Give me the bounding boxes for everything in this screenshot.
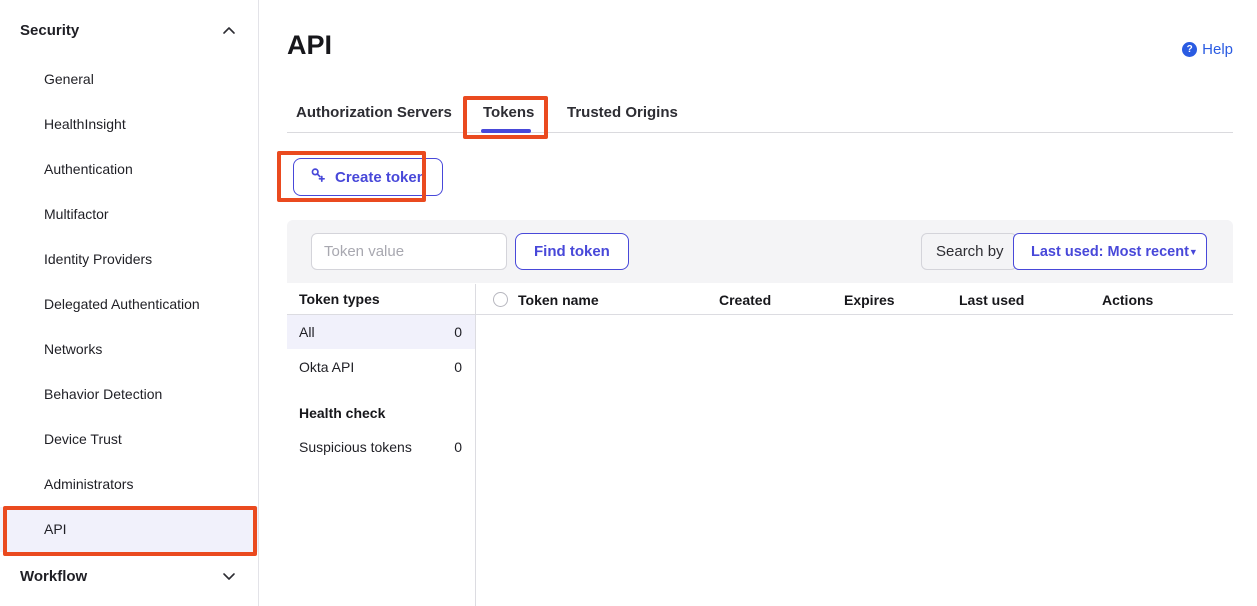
okta-admin-api-page: Security General HealthInsight Authentic… [0, 0, 1257, 606]
token-type-row-suspicious-tokens[interactable]: Suspicious tokens 0 [287, 432, 475, 462]
sidebar-item-api[interactable]: API [0, 507, 258, 552]
token-type-label: All [299, 324, 315, 340]
sidebar-item-behavior-detection[interactable]: Behavior Detection [0, 372, 258, 417]
tab-authorization-servers[interactable]: Authorization Servers [296, 104, 452, 121]
token-type-count: 0 [454, 359, 462, 375]
tabs-divider [287, 132, 1233, 133]
sidebar-item-delegated-authentication[interactable]: Delegated Authentication [0, 282, 258, 327]
column-header-actions: Actions [1102, 292, 1153, 308]
create-token-button[interactable]: Create token [293, 158, 443, 196]
panel-table-divider [475, 284, 476, 606]
table-header-divider [287, 314, 1233, 315]
sidebar-section-workflow-label: Workflow [20, 568, 87, 585]
sidebar-item-general[interactable]: General [0, 57, 258, 102]
dropdown-caret-icon: ▼ [1189, 246, 1198, 257]
chevron-down-icon [222, 571, 236, 582]
key-plus-icon [310, 167, 327, 188]
sidebar-item-authentication[interactable]: Authentication [0, 147, 258, 192]
sidebar-item-multifactor[interactable]: Multifactor [0, 192, 258, 237]
token-type-row-okta-api[interactable]: Okta API 0 [287, 349, 475, 385]
token-type-label: Okta API [299, 359, 354, 375]
sidebar-item-device-trust[interactable]: Device Trust [0, 417, 258, 462]
sidebar: Security General HealthInsight Authentic… [0, 0, 259, 606]
active-tab-indicator [481, 129, 531, 133]
sidebar-section-workflow[interactable]: Workflow [0, 552, 258, 585]
tab-trusted-origins[interactable]: Trusted Origins [567, 104, 678, 121]
search-by-label: Search by [936, 243, 1004, 260]
help-link[interactable]: ? Help [1182, 41, 1233, 58]
tab-tokens[interactable]: Tokens [483, 104, 534, 121]
search-by-label-box: Search by [921, 233, 1017, 270]
sort-dropdown-value: Last used: Most recent [1031, 244, 1189, 260]
token-types-header: Token types [299, 291, 380, 307]
filter-toolbar: Find token Search by Last used: Most rec… [287, 220, 1233, 283]
token-value-input[interactable] [311, 233, 507, 270]
help-icon: ? [1182, 42, 1197, 57]
find-token-button[interactable]: Find token [515, 233, 629, 270]
column-header-expires: Expires [844, 292, 895, 308]
health-check-subheader: Health check [299, 405, 385, 421]
sidebar-item-healthinsight[interactable]: HealthInsight [0, 102, 258, 147]
sidebar-item-networks[interactable]: Networks [0, 327, 258, 372]
sidebar-section-security-label: Security [20, 22, 79, 39]
sidebar-section-security[interactable]: Security [0, 0, 258, 57]
page-title: API [287, 30, 332, 61]
column-header-token-name: Token name [518, 292, 599, 308]
sidebar-item-administrators[interactable]: Administrators [0, 462, 258, 507]
column-header-last-used: Last used [959, 292, 1024, 308]
token-type-row-all[interactable]: All 0 [287, 315, 475, 349]
column-header-created: Created [719, 292, 771, 308]
chevron-up-icon [222, 25, 236, 36]
create-token-button-label: Create token [335, 169, 426, 186]
help-link-label: Help [1202, 41, 1233, 58]
token-type-count: 0 [454, 324, 462, 340]
token-type-count: 0 [454, 439, 462, 455]
select-all-radio[interactable] [493, 292, 508, 307]
sidebar-item-identity-providers[interactable]: Identity Providers [0, 237, 258, 282]
sidebar-nav: General HealthInsight Authentication Mul… [0, 57, 258, 552]
token-type-label: Suspicious tokens [299, 439, 412, 455]
sort-dropdown[interactable]: Last used: Most recent ▼ [1013, 233, 1207, 270]
